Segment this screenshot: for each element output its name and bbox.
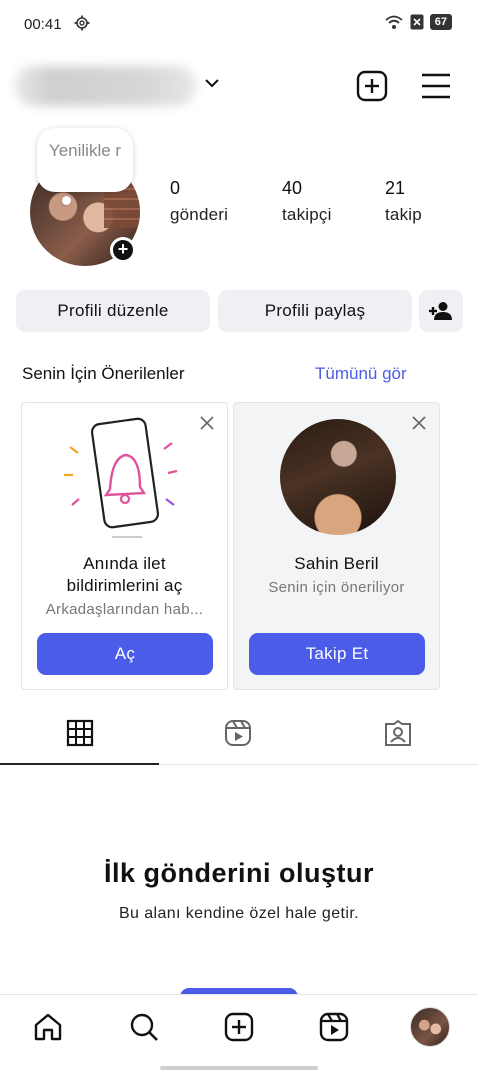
reels-icon[interactable]: [223, 718, 253, 748]
note-bubble[interactable]: Yenilikle r: [37, 128, 133, 192]
enable-notifications-button[interactable]: Aç: [37, 633, 213, 675]
stat-posts-value: 0: [170, 178, 181, 198]
reels-nav-icon[interactable]: [318, 1011, 350, 1043]
profile-nav-avatar[interactable]: [410, 1007, 450, 1047]
see-all-link[interactable]: Tümünü gör: [315, 364, 407, 384]
add-story-button[interactable]: +: [110, 237, 136, 263]
suggestion-card-notifications: Anında ilet bildirimlerini aç Arkadaşlar…: [21, 402, 228, 690]
stat-followers-label: takipçi: [282, 205, 332, 224]
sim-icon: [410, 14, 424, 30]
empty-state-subtitle: Bu alanı kendine özel hale getir.: [118, 905, 360, 922]
grid-icon[interactable]: [65, 718, 95, 748]
tagged-icon[interactable]: [383, 718, 413, 748]
card-title-line2: bildirimlerini aç: [66, 576, 183, 595]
suggestions-title: Senin İçin Önerilenler: [22, 364, 185, 383]
active-tab-indicator: [0, 763, 159, 765]
wifi-icon: [385, 15, 403, 29]
settings-gear-icon: [74, 15, 90, 31]
discover-people-button[interactable]: [419, 290, 463, 332]
suggested-user-subtitle: Senin için öneriliyor: [268, 579, 405, 596]
menu-icon[interactable]: [420, 71, 452, 101]
add-person-icon: [429, 302, 452, 320]
notification-phone-illustration-icon: [64, 417, 178, 538]
close-icon[interactable]: [199, 415, 215, 431]
card-subtitle: Arkadaşlarından hab...: [45, 601, 204, 618]
create-icon[interactable]: [223, 1011, 255, 1043]
close-icon[interactable]: [411, 415, 427, 431]
status-icons: 67: [384, 14, 452, 30]
card-title-line1: Anında ilet: [83, 554, 166, 573]
follow-button[interactable]: Takip Et: [249, 633, 425, 675]
status-time: 00:41: [24, 16, 62, 33]
profile-header: [0, 58, 478, 114]
stat-followers[interactable]: 40 takipçi: [282, 178, 332, 225]
stat-posts-label: gönderi: [170, 205, 229, 224]
chevron-down-icon[interactable]: [203, 74, 221, 92]
note-bubble-tail: [62, 196, 71, 205]
status-bar: 00:41 67: [0, 0, 478, 50]
empty-state-title: İlk gönderini oluştur: [103, 858, 374, 888]
stat-following-value: 21: [385, 178, 406, 198]
suggested-user-name[interactable]: Sahin Beril: [234, 553, 439, 575]
stat-posts[interactable]: 0 gönderi: [170, 178, 228, 225]
battery-indicator: 67: [429, 14, 452, 30]
note-text: Yenilikle r: [48, 141, 122, 160]
stat-followers-value: 40: [282, 178, 303, 198]
new-post-icon[interactable]: [356, 70, 388, 102]
home-indicator: [160, 1066, 318, 1070]
home-icon[interactable]: [32, 1011, 64, 1043]
suggested-user-avatar[interactable]: [280, 419, 396, 535]
username-redacted[interactable]: [14, 66, 196, 106]
suggestion-card-user: Sahin Beril Senin için öneriliyor Takip …: [233, 402, 440, 690]
stat-following[interactable]: 21 takip: [385, 178, 422, 225]
share-profile-button[interactable]: Profili paylaş: [218, 290, 412, 332]
edit-profile-button[interactable]: Profili düzenle: [16, 290, 210, 332]
search-icon[interactable]: [128, 1011, 160, 1043]
stat-following-label: takip: [385, 205, 422, 224]
profile-tabs: [0, 712, 478, 766]
